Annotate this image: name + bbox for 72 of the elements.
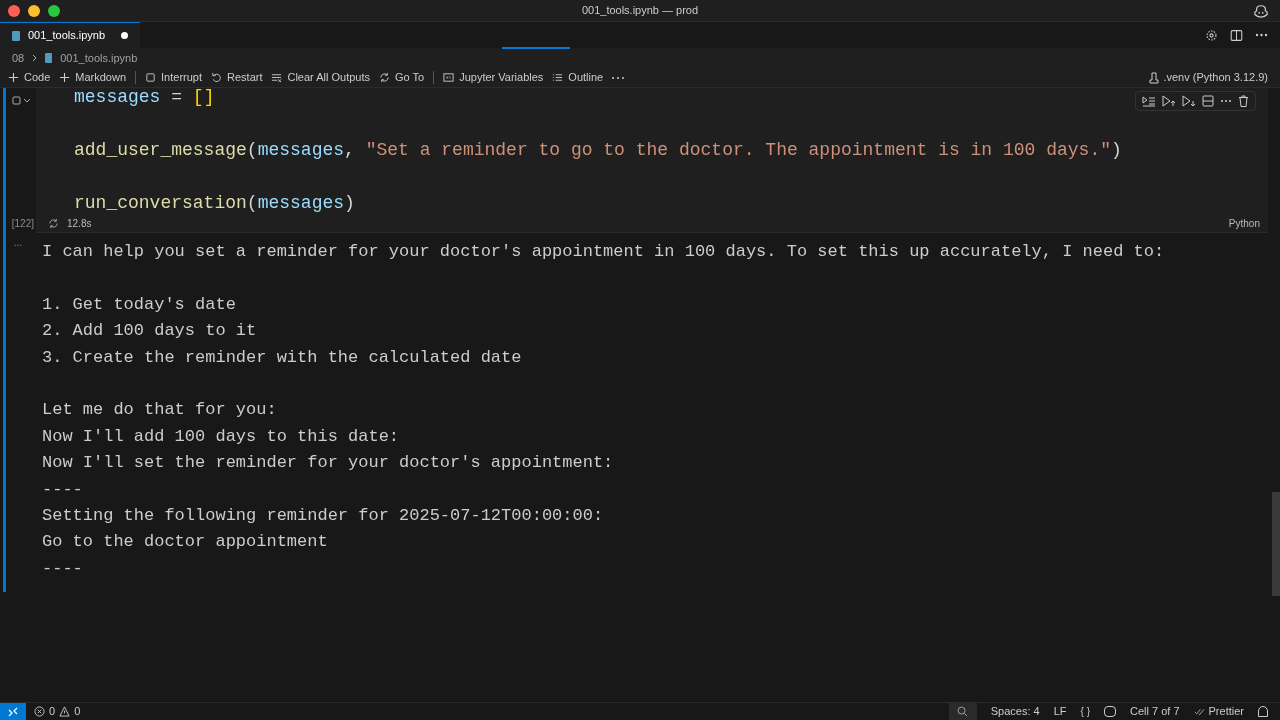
indentation-status[interactable]: Spaces: 4 bbox=[990, 703, 1040, 720]
kernel-icon bbox=[1149, 71, 1160, 84]
toolbar-button[interactable]: Code bbox=[8, 69, 51, 86]
output-line: 1. Get today's date bbox=[42, 293, 237, 316]
output-line: Now I'll set the reminder for your doctor's appointment: bbox=[42, 452, 615, 475]
clear-icon bbox=[271, 72, 283, 83]
kernel-picker[interactable]: .venv (Python 3.12.9) bbox=[1163, 69, 1268, 86]
run-below-icon[interactable] bbox=[1182, 95, 1196, 107]
minimize-window-icon[interactable] bbox=[28, 4, 40, 17]
maximize-window-icon[interactable] bbox=[48, 4, 60, 17]
code-cell[interactable]: messages = [] add_user_message(messages, "Set a reminder to go to the doctor. The appointment is in 100 days.") run_conversation(messages) bbox=[36, 88, 1268, 214]
remote-button[interactable] bbox=[0, 702, 26, 720]
output-line: I can help you set a reminder for your doctor's appointment in 100 days. To set this up accurately, I need to: bbox=[42, 241, 1165, 263]
notebook-icon bbox=[45, 53, 53, 63]
notebook-icon bbox=[12, 30, 20, 41]
language-status[interactable]: { } bbox=[1080, 704, 1090, 719]
code-line: add_user_message(messages, "Set a reminder to go to the doctor. The appointment is in 100 days.") bbox=[74, 139, 1122, 162]
cell-language[interactable]: Python bbox=[1228, 215, 1268, 231]
zoom-button[interactable] bbox=[948, 702, 977, 720]
toolbar-button[interactable]: Clear All Outputs bbox=[271, 69, 371, 86]
toolbar-button[interactable]: Go To bbox=[379, 69, 425, 86]
breadcrumb-item[interactable]: 08 bbox=[12, 49, 25, 67]
double-check-icon bbox=[1193, 707, 1205, 716]
more-icon[interactable] bbox=[1220, 99, 1232, 103]
line-ending-status[interactable]: LF bbox=[1053, 703, 1067, 720]
output-menu[interactable]: ... bbox=[13, 239, 23, 253]
close-window-icon[interactable] bbox=[8, 4, 20, 17]
output-line: Setting the following reminder for 2025-07-12T00:00:00: bbox=[42, 504, 605, 527]
scrollbar-thumb[interactable] bbox=[1272, 492, 1280, 596]
cell-checkbox-icon[interactable] bbox=[12, 96, 32, 106]
output-line: Now I'll add 100 days to this date: bbox=[42, 425, 401, 448]
plus-icon bbox=[59, 72, 71, 83]
output-line: 2. Add 100 days to it bbox=[42, 320, 258, 343]
remote-icon bbox=[8, 706, 18, 717]
output-line: ---- bbox=[42, 478, 84, 501]
warning-icon bbox=[59, 706, 71, 717]
cell-position-status[interactable]: Cell 7 of 7 bbox=[1130, 703, 1180, 720]
stop-icon bbox=[145, 72, 157, 83]
settings-icon[interactable] bbox=[1205, 28, 1218, 42]
output-line: Go to the doctor appointment bbox=[42, 531, 329, 554]
chevron-icon bbox=[32, 54, 38, 62]
output-line: 3. Create the reminder with the calculated date bbox=[42, 346, 523, 369]
code-line: messages = [] bbox=[74, 88, 215, 109]
toolbar-button[interactable]: Outline bbox=[552, 69, 604, 86]
toolbar-button[interactable]: Restart bbox=[211, 69, 263, 86]
breadcrumb-item[interactable]: 001_tools.ipynb bbox=[60, 49, 138, 67]
restart-icon bbox=[211, 72, 222, 83]
toolbar-button[interactable]: Jupyter Variables bbox=[443, 69, 544, 86]
toolbar-button[interactable]: Interrupt bbox=[145, 69, 202, 86]
execution-time: 12.8s bbox=[67, 216, 92, 231]
window-title: 001_tools.ipynb — prod bbox=[581, 4, 699, 17]
split-cell-icon[interactable] bbox=[1202, 95, 1214, 107]
error-icon bbox=[34, 706, 45, 717]
output-line: Let me do that for you: bbox=[42, 399, 278, 422]
output-line: ---- bbox=[42, 557, 84, 580]
execution-count: [122] bbox=[10, 216, 35, 231]
formatter-status[interactable]: Prettier bbox=[1193, 703, 1244, 720]
delete-icon[interactable] bbox=[1238, 95, 1249, 107]
problems-button[interactable]: 0 0 bbox=[26, 703, 81, 720]
refresh-icon bbox=[48, 217, 59, 229]
refresh-icon bbox=[379, 72, 391, 83]
variables-icon bbox=[443, 72, 455, 83]
plus-icon bbox=[8, 72, 19, 83]
split-editor-icon[interactable] bbox=[1230, 28, 1243, 42]
editor-tab[interactable]: 001_tools.ipynb bbox=[0, 22, 141, 48]
zoom-icon bbox=[957, 706, 969, 717]
more-icon[interactable] bbox=[1255, 33, 1268, 37]
run-above-icon[interactable] bbox=[1162, 95, 1176, 107]
code-line: run_conversation(messages) bbox=[74, 192, 355, 214]
toolbar-button[interactable]: Markdown bbox=[59, 69, 127, 86]
list-icon bbox=[552, 72, 564, 83]
run-by-line-icon[interactable] bbox=[1142, 95, 1156, 107]
